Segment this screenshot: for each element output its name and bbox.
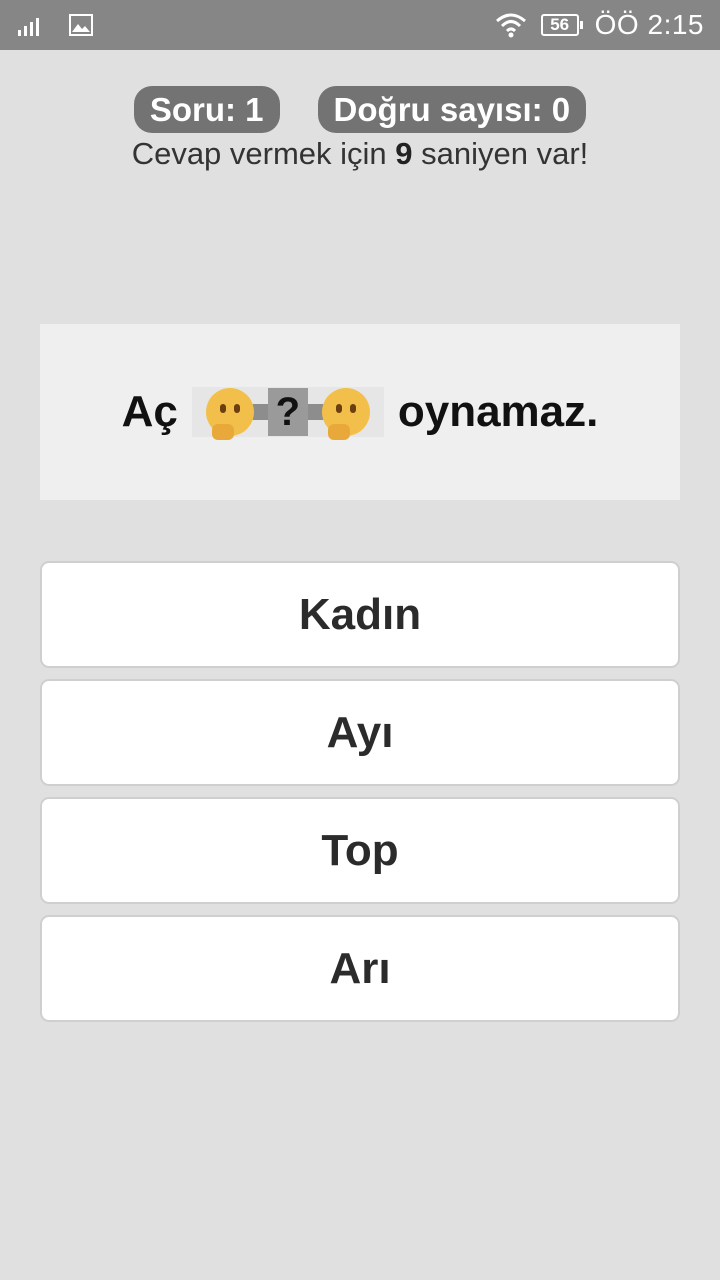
thinking-face-icon	[321, 388, 370, 440]
answer-button-4[interactable]: Arı	[40, 915, 680, 1022]
status-left	[18, 12, 93, 38]
answer-button-1[interactable]: Kadın	[40, 561, 680, 668]
question-number-badge: Soru: 1	[133, 86, 280, 133]
battery-icon: 56	[540, 14, 583, 36]
answer-button-2[interactable]: Ayı	[40, 679, 680, 786]
question-text-before: Aç	[121, 387, 178, 436]
score-header: Soru: 1 Doğru sayısı: 0	[0, 86, 720, 133]
answer-button-3[interactable]: Top	[40, 797, 680, 904]
status-time: ÖÖ 2:15	[594, 9, 704, 40]
question-text-after: oynamaz.	[397, 387, 599, 436]
timer-prefix: Cevap vermek için	[131, 136, 396, 171]
timer-seconds: 9	[395, 136, 413, 171]
gallery-icon	[69, 14, 93, 36]
correct-count-badge: Doğru sayısı: 0	[317, 86, 587, 133]
question-mark-icon: ?	[267, 388, 308, 436]
timer-suffix: saniyen var!	[412, 136, 589, 171]
question-blank: ?	[191, 387, 384, 440]
signal-icon	[18, 14, 42, 36]
wifi-icon	[495, 13, 526, 38]
timer-text: Cevap vermek için 9 saniyen var!	[0, 136, 720, 172]
status-bar: 56 ÖÖ 2:15	[0, 0, 720, 50]
battery-level: 56	[550, 15, 570, 34]
question-panel: Aç ? oynamaz.	[40, 324, 680, 500]
status-right: 56 ÖÖ 2:15	[495, 8, 704, 42]
thinking-face-icon	[205, 388, 254, 440]
